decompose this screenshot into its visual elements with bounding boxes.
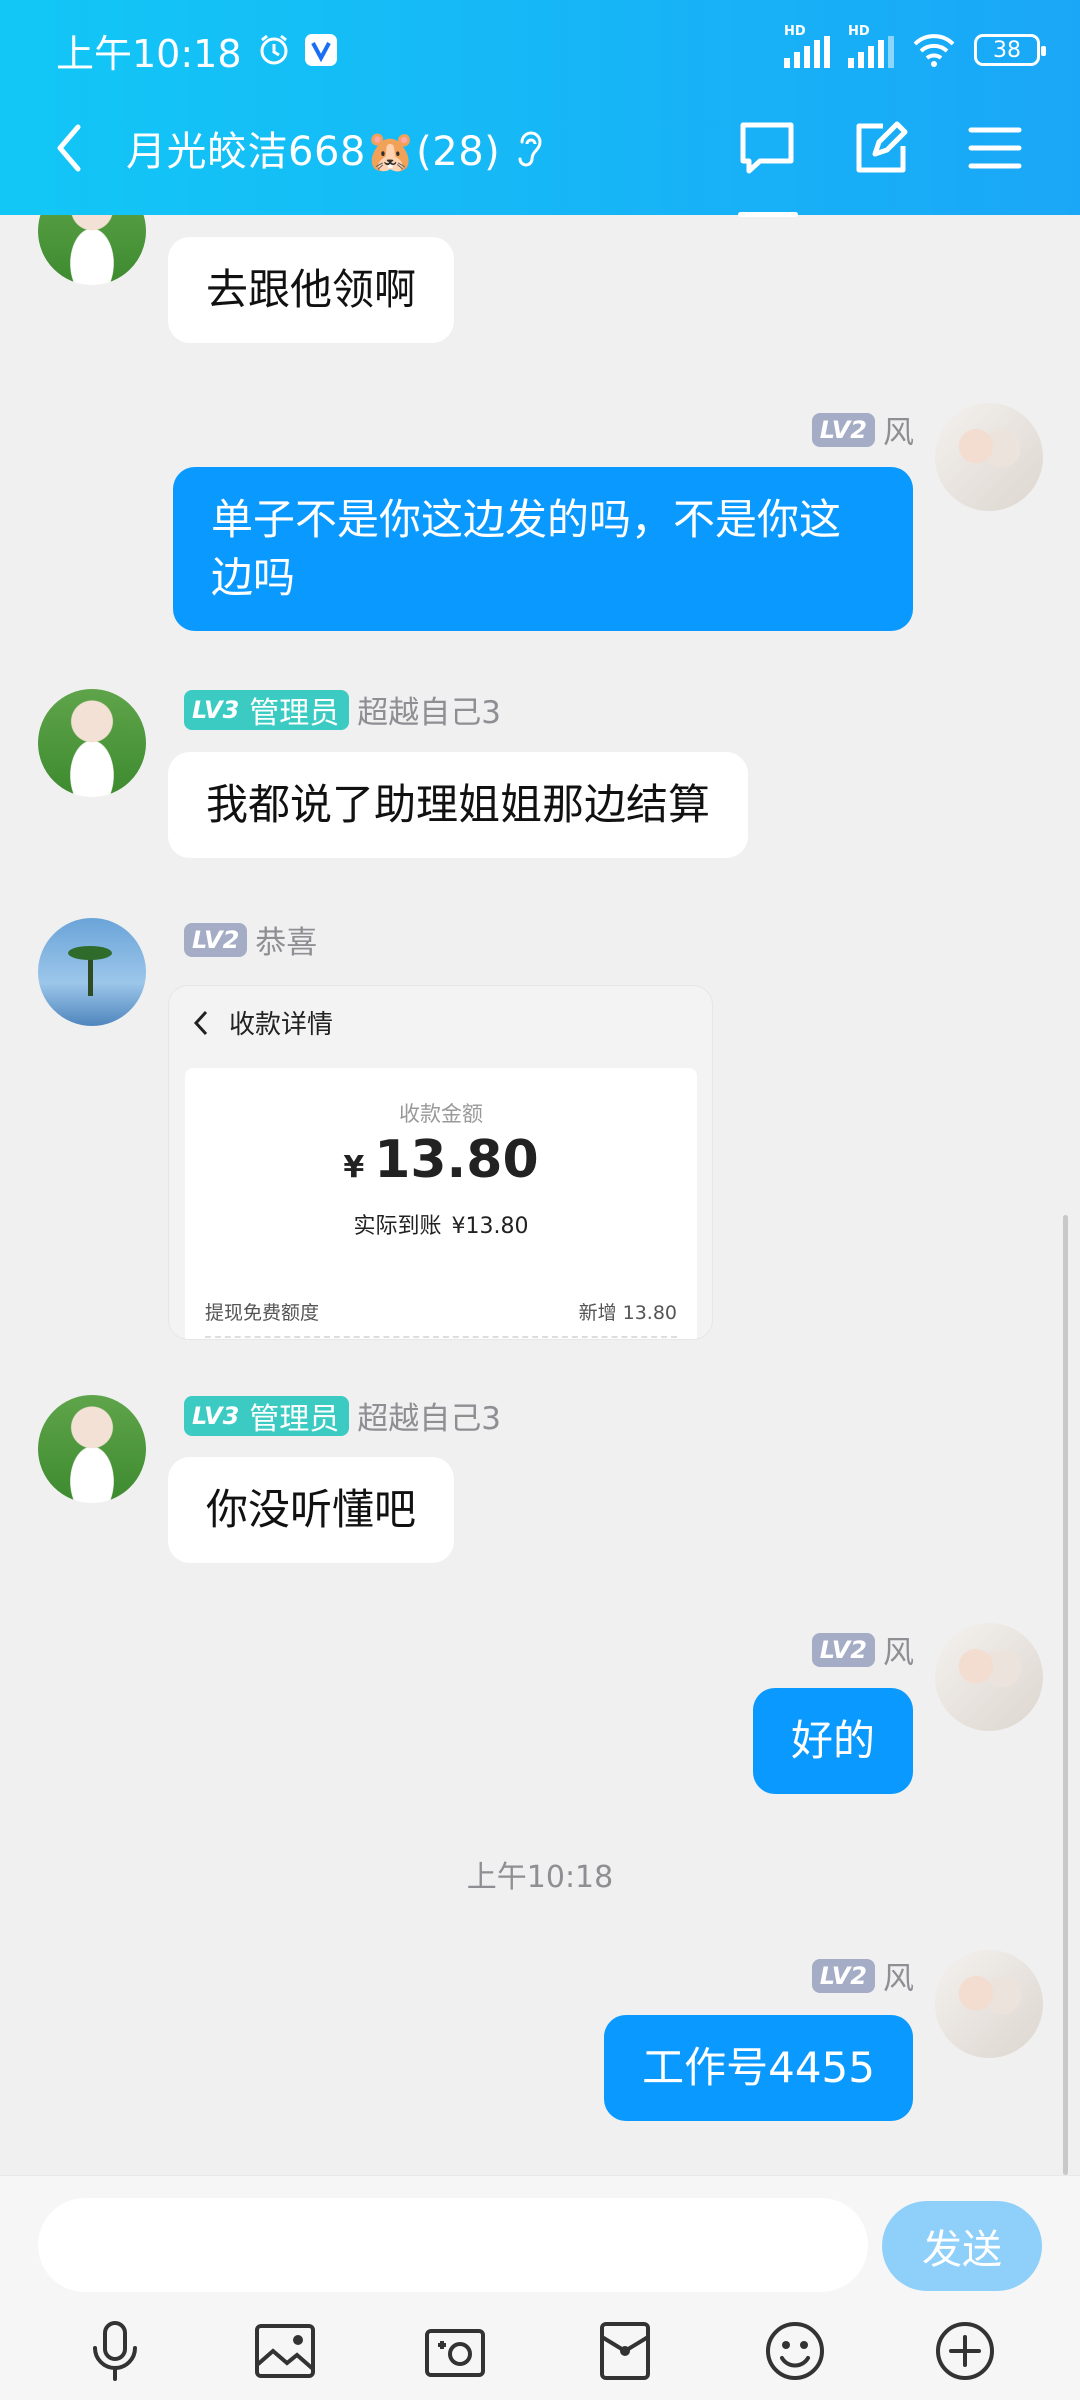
battery-icon: 38 (974, 34, 1046, 66)
actual-received: 实际到账 ¥13.80 (353, 1214, 529, 1239)
sender-name: 超越自己3 (357, 695, 501, 731)
signal-2-icon: HD (848, 24, 894, 68)
level-badge: LV3 (184, 1395, 248, 1436)
image-message[interactable]: 收款详情 收款金额 ¥13.80 实际到账 ¥13.80 提现免费额度 新增 13.… (168, 985, 713, 1340)
status-bar: 上午10:18 HD HD 38 (56, 24, 1046, 76)
emoji-button[interactable] (760, 2316, 830, 2386)
send-button[interactable]: 发送 (882, 2201, 1042, 2291)
level-badge: LV2 (811, 1632, 875, 1667)
menu-icon (968, 127, 1022, 169)
signal-1-icon: HD (784, 24, 830, 68)
avatar[interactable] (38, 918, 146, 1026)
nav-bar: 月光皎洁668🐹(28) (0, 108, 1080, 217)
camera-button[interactable] (420, 2316, 490, 2386)
chat-title[interactable]: 月光皎洁668🐹(28) (126, 119, 544, 177)
sender-meta: LV3 管理员 超越自己3 (184, 1393, 501, 1438)
message-input[interactable] (38, 2198, 868, 2292)
sender-meta: LV2 风 (811, 1627, 914, 1672)
edit-button[interactable] (850, 117, 912, 179)
avatar[interactable] (38, 215, 146, 285)
level-badge: LV3 (184, 689, 248, 730)
message-bubble[interactable]: 我都说了助理姐姐那边结算 (168, 752, 749, 858)
sender-name: 风 (883, 1961, 914, 1997)
alarm-icon (260, 34, 288, 65)
wifi-icon (913, 34, 955, 67)
admin-badge: 管理员 (239, 1395, 350, 1437)
message-list[interactable]: 去跟他领啊 LV2 风 单子不是你这边发的吗，不是你这边吗 LV3 管理员 超越… (0, 215, 1080, 2175)
amount-label: 收款金额 (399, 1102, 483, 1126)
receipt-title: 收款详情 (229, 1010, 334, 1040)
camera-icon (425, 2329, 485, 2377)
amount-value: ¥13.80 (343, 1130, 539, 1190)
admin-badge: 管理员 (239, 689, 350, 731)
app-v-icon (304, 34, 337, 66)
more-button[interactable] (930, 2316, 1000, 2386)
red-packet-icon (600, 2322, 650, 2380)
sender-name: 风 (883, 415, 914, 451)
avatar[interactable] (935, 1950, 1043, 2058)
receipt-body: 收款金额 ¥13.80 实际到账 ¥13.80 提现免费额度 新增 13.80 (185, 1068, 697, 1339)
message-bubble[interactable]: 单子不是你这边发的吗，不是你这边吗 (173, 467, 913, 631)
message-bubble[interactable]: 去跟他领啊 (168, 237, 455, 343)
emoji-icon (766, 2322, 824, 2380)
back-arrow-icon (193, 1010, 208, 1035)
composer: 发送 (0, 2175, 1080, 2400)
sender-meta: LV2 风 (811, 407, 914, 452)
toolbar (0, 2316, 1080, 2386)
plus-circle-icon (936, 2322, 994, 2380)
avatar[interactable] (935, 1623, 1043, 1731)
sender-name: 超越自己3 (357, 1401, 501, 1437)
red-packet-button[interactable] (590, 2316, 660, 2386)
header-bar: 上午10:18 HD HD 38 月光皎洁668🐹(28) (0, 0, 1080, 217)
microphone-icon (93, 2321, 137, 2381)
message-bubble[interactable]: 工作号4455 (604, 2015, 913, 2121)
back-button[interactable] (54, 118, 104, 178)
avatar[interactable] (935, 403, 1043, 511)
sender-name: 风 (883, 1635, 914, 1671)
cut-off-row (205, 1336, 677, 1339)
menu-button[interactable] (964, 117, 1026, 179)
image-icon (255, 2324, 315, 2378)
message-bubble[interactable]: 好的 (752, 1688, 913, 1794)
sender-name: 恭喜 (255, 925, 318, 961)
level-badge: LV2 (811, 1958, 875, 1993)
quota-row: 提现免费额度 新增 13.80 (205, 1302, 677, 1324)
sender-meta: LV2 恭喜 (184, 917, 317, 962)
chat-bubble-icon (740, 122, 794, 174)
back-arrow-icon (57, 124, 81, 172)
scrollbar[interactable] (1063, 1215, 1068, 2175)
photo-button[interactable] (250, 2316, 320, 2386)
sender-meta: LV2 风 (811, 1953, 914, 1998)
status-time: 上午10:18 (56, 31, 242, 76)
chat-tab-button[interactable] (736, 117, 798, 217)
edit-icon (856, 121, 908, 173)
avatar[interactable] (38, 689, 146, 797)
voice-button[interactable] (80, 2316, 150, 2386)
message-timestamp: 上午10:18 (466, 1860, 614, 1895)
sender-meta: LV3 管理员 超越自己3 (184, 687, 501, 732)
message-bubble[interactable]: 你没听懂吧 (168, 1457, 455, 1563)
receipt-header: 收款详情 (193, 1004, 333, 1041)
level-badge: LV2 (811, 412, 875, 447)
level-badge: LV2 (184, 922, 248, 957)
avatar[interactable] (38, 1395, 146, 1503)
ear-icon (518, 131, 542, 167)
